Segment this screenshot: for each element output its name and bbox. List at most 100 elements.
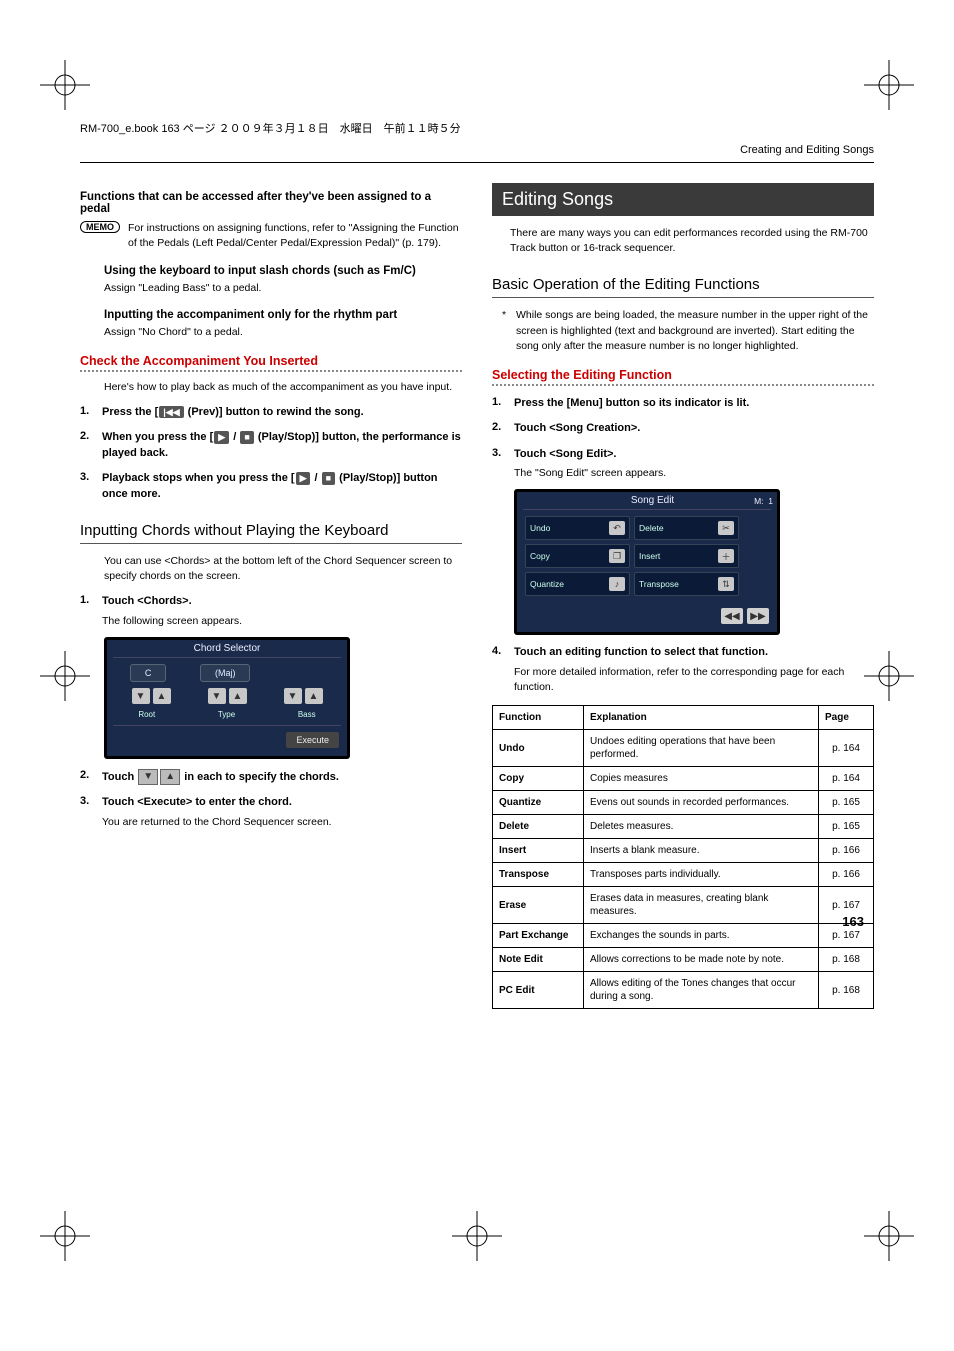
- running-head: RM-700_e.book 163 ページ ２００９年３月１８日 水曜日 午前１…: [80, 120, 874, 136]
- bass-up-icon[interactable]: ▲: [305, 688, 323, 704]
- table-row: UndoUndoes editing operations that have …: [493, 730, 874, 767]
- crop-mark-icon: [452, 1211, 502, 1261]
- quantize-icon: ♪: [609, 577, 625, 591]
- root-label: Root: [138, 710, 155, 719]
- transpose-icon: ⇅: [718, 577, 734, 591]
- step-number: 2.: [492, 421, 514, 436]
- col-explanation: Explanation: [584, 706, 819, 730]
- btn-label: Delete: [639, 523, 664, 533]
- header-rule: [80, 162, 874, 163]
- left-column: Functions that can be accessed after the…: [80, 183, 462, 1009]
- copy-button[interactable]: Copy❐: [525, 544, 630, 568]
- insert-button[interactable]: Insert＋: [634, 544, 739, 568]
- transpose-button[interactable]: Transpose ⇅: [634, 572, 739, 596]
- btn-label: Transpose: [639, 579, 679, 589]
- cell-exp: Erases data in measures, creating blank …: [584, 887, 819, 924]
- check-step-1: 1. Press the [|◀◀ (Prev)] button to rewi…: [80, 405, 462, 420]
- song-edit-buttons: Undo↶ Delete✂ Copy❐ Insert＋ Quantize♪ Tr…: [517, 510, 777, 602]
- crop-mark-icon: [864, 1211, 914, 1261]
- page-next-icon[interactable]: ▶▶: [747, 608, 769, 624]
- cell-exp: Deletes measures.: [584, 815, 819, 839]
- step-text: Playback stops when you press the [▶ / ■…: [102, 471, 462, 502]
- loading-note: * While songs are being loaded, the meas…: [502, 308, 874, 354]
- cell-pg: p. 168: [819, 972, 874, 1009]
- cell-fn: Erase: [493, 887, 584, 924]
- root-down-icon[interactable]: ▼: [132, 688, 150, 704]
- basic-operation-heading: Basic Operation of the Editing Functions: [492, 276, 874, 298]
- step-text: Press the [|◀◀ (Prev)] button to rewind …: [102, 405, 462, 420]
- step-text: Touch ▼▲ in each to specify the chords.: [102, 769, 462, 785]
- crop-mark-icon: [864, 651, 914, 701]
- delete-button[interactable]: Delete✂: [634, 516, 739, 540]
- btn-label: Insert: [639, 551, 660, 561]
- type-up-icon[interactable]: ▲: [229, 688, 247, 704]
- step-number: 3.: [80, 471, 102, 502]
- col-function: Function: [493, 706, 584, 730]
- cell-fn: Quantize: [493, 791, 584, 815]
- step1-prefix: Press the [: [102, 406, 158, 418]
- step-text: Touch <Execute> to enter the chord.: [102, 795, 462, 810]
- song-edit-screenshot: Song Edit M: 1 Undo↶ Delete✂ Copy❐ Inser…: [514, 489, 780, 635]
- sel-step-1: 1. Press the [Menu] button so its indica…: [492, 396, 874, 411]
- bass-down-icon[interactable]: ▼: [284, 688, 302, 704]
- step-text: Touch <Song Edit>.: [514, 447, 874, 462]
- sel-step-3-body: The "Song Edit" screen appears.: [514, 466, 874, 481]
- functions-table: Function Explanation Page UndoUndoes edi…: [492, 705, 874, 1009]
- type-label: Type: [218, 710, 235, 719]
- cell-pg: p. 164: [819, 730, 874, 767]
- step-number: 2.: [80, 430, 102, 461]
- quantize-button[interactable]: Quantize♪: [525, 572, 630, 596]
- root-up-icon[interactable]: ▲: [153, 688, 171, 704]
- cell-pg: p. 166: [819, 863, 874, 887]
- up-arrow-icon: ▲: [160, 769, 180, 785]
- cell-pg: p. 165: [819, 791, 874, 815]
- cell-exp: Evens out sounds in recorded performance…: [584, 791, 819, 815]
- crop-mark-icon: [40, 651, 90, 701]
- editing-intro: There are many ways you can edit perform…: [510, 226, 874, 256]
- loading-note-text: While songs are being loaded, the measur…: [516, 308, 874, 354]
- chords-step-2: 2. Touch ▼▲ in each to specify the chord…: [80, 769, 462, 785]
- cell-fn: Part Exchange: [493, 924, 584, 948]
- cell-exp: Inserts a blank measure.: [584, 839, 819, 863]
- check-step-3: 3. Playback stops when you press the [▶ …: [80, 471, 462, 502]
- cell-fn: Copy: [493, 767, 584, 791]
- page-prev-icon[interactable]: ◀◀: [721, 608, 743, 624]
- undo-icon: ↶: [609, 521, 625, 535]
- step-number: 1.: [80, 594, 102, 609]
- chord-labels-row: Root Type Bass: [107, 710, 347, 725]
- inputting-chords-heading: Inputting Chords without Playing the Key…: [80, 522, 462, 544]
- rhythm-only-body: Assign "No Chord" to a pedal.: [104, 325, 462, 340]
- chords-step2-suffix: in each to specify the chords.: [181, 771, 339, 783]
- table-row: TransposeTransposes parts individually.p…: [493, 863, 874, 887]
- chord-value-row: C (Maj): [107, 658, 347, 688]
- pedal-functions-heading: Functions that can be accessed after the…: [80, 191, 462, 215]
- sel-step-4: 4. Touch an editing function to select t…: [492, 645, 874, 660]
- section-path: Creating and Editing Songs: [80, 144, 874, 156]
- execute-button[interactable]: Execute: [286, 732, 339, 748]
- table-row: InsertInserts a blank measure.p. 166: [493, 839, 874, 863]
- cell-pg: p. 168: [819, 948, 874, 972]
- table-row: CopyCopies measuresp. 164: [493, 767, 874, 791]
- cell-pg: p. 166: [819, 839, 874, 863]
- crop-mark-icon: [40, 1211, 90, 1261]
- step-text: When you press the [▶ / ■ (Play/Stop)] b…: [102, 430, 462, 461]
- cell-fn: Delete: [493, 815, 584, 839]
- song-edit-nav: ◀◀ ▶▶: [517, 602, 777, 632]
- dotted-rule: [80, 370, 462, 372]
- chord-selector-screenshot: Chord Selector C (Maj) ▼▲ ▼▲ ▼▲ Root Typ…: [104, 637, 350, 759]
- type-value[interactable]: (Maj): [200, 664, 251, 682]
- type-down-icon[interactable]: ▼: [208, 688, 226, 704]
- chord-arrows-row: ▼▲ ▼▲ ▼▲: [107, 688, 347, 710]
- measure-indicator: M: 1: [754, 496, 773, 506]
- step3-prefix: Playback stops when you press the [: [102, 472, 295, 484]
- cell-exp: Exchanges the sounds in parts.: [584, 924, 819, 948]
- undo-button[interactable]: Undo↶: [525, 516, 630, 540]
- chords-step-1: 1. Touch <Chords>.: [80, 594, 462, 609]
- root-value[interactable]: C: [130, 664, 167, 682]
- table-row: EraseErases data in measures, creating b…: [493, 887, 874, 924]
- chords-step-3-body: You are returned to the Chord Sequencer …: [102, 815, 462, 830]
- memo-badge: MEMO: [80, 221, 120, 233]
- check-intro: Here's how to play back as much of the a…: [104, 380, 462, 395]
- btn-label: Copy: [530, 551, 550, 561]
- prev-icon: |◀◀: [159, 406, 183, 419]
